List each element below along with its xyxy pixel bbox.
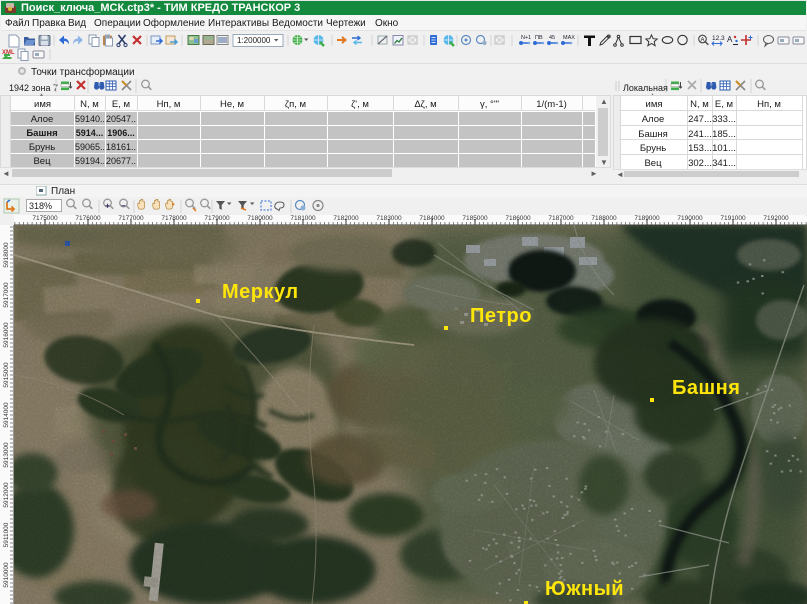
svg-text:A: A — [727, 35, 733, 44]
svg-text:Меркул: Меркул — [222, 281, 299, 303]
svg-text:A: A — [700, 37, 704, 43]
svg-text:5912000: 5912000 — [3, 482, 10, 508]
svg-text:Петро: Петро — [470, 305, 532, 327]
svg-text:5913000: 5913000 — [3, 442, 10, 468]
svg-text:1:200000: 1:200000 — [237, 36, 271, 45]
svg-text:5918000: 5918000 — [3, 242, 10, 268]
svg-text:ПВ: ПВ — [535, 35, 543, 41]
svg-text:MAX: MAX — [563, 35, 575, 41]
svg-text:5916000: 5916000 — [3, 322, 10, 348]
svg-text:5915000: 5915000 — [3, 362, 10, 388]
svg-text:Башня: Башня — [672, 377, 740, 399]
svg-text:45: 45 — [549, 35, 555, 41]
svg-text:Южный: Южный — [545, 578, 624, 600]
svg-text:5917000: 5917000 — [3, 282, 10, 308]
svg-text:12.3: 12.3 — [712, 35, 725, 42]
svg-text:N+1: N+1 — [521, 35, 531, 41]
svg-text:5911000: 5911000 — [3, 522, 10, 547]
svg-text:5910000: 5910000 — [3, 562, 10, 588]
svg-text:5914000: 5914000 — [3, 402, 10, 428]
